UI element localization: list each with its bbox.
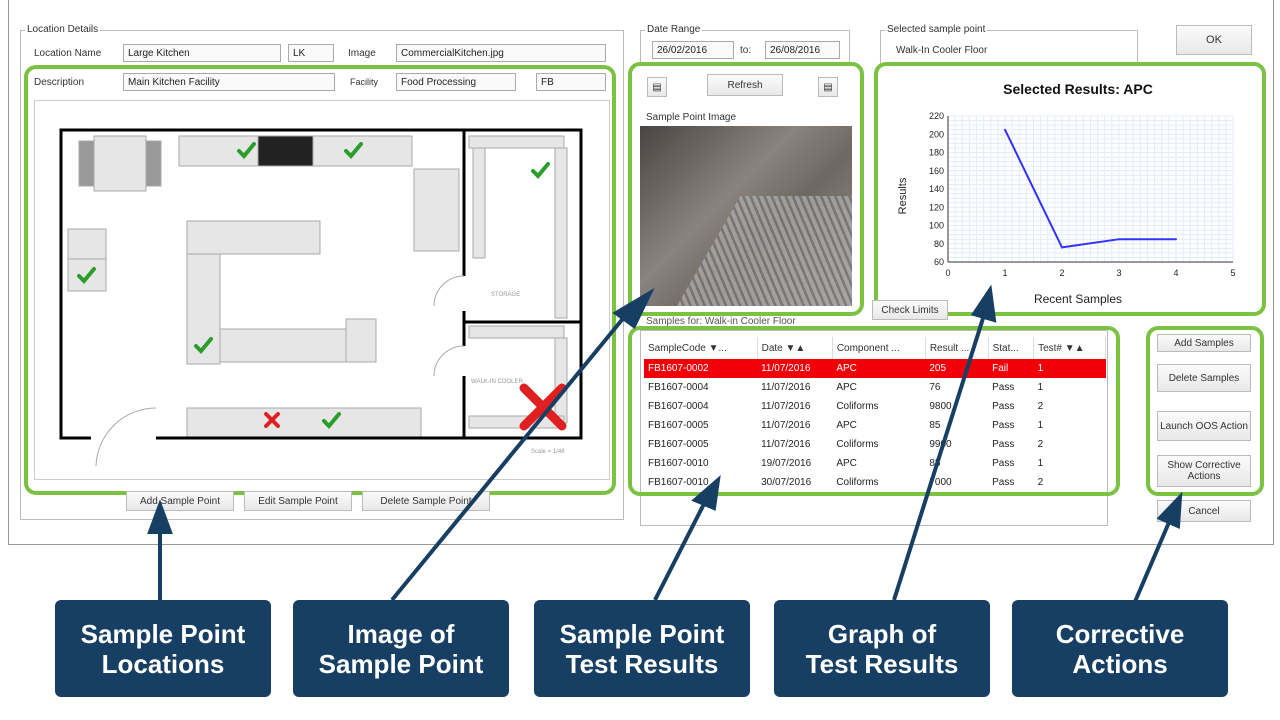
callout-corrective-actions: Corrective Actions [1012,600,1228,697]
callout-test-results: Sample Point Test Results [534,600,750,697]
callout-graph: Graph of Test Results [774,600,990,697]
callout-locations: Sample Point Locations [55,600,271,697]
callout-image: Image of Sample Point [293,600,509,697]
